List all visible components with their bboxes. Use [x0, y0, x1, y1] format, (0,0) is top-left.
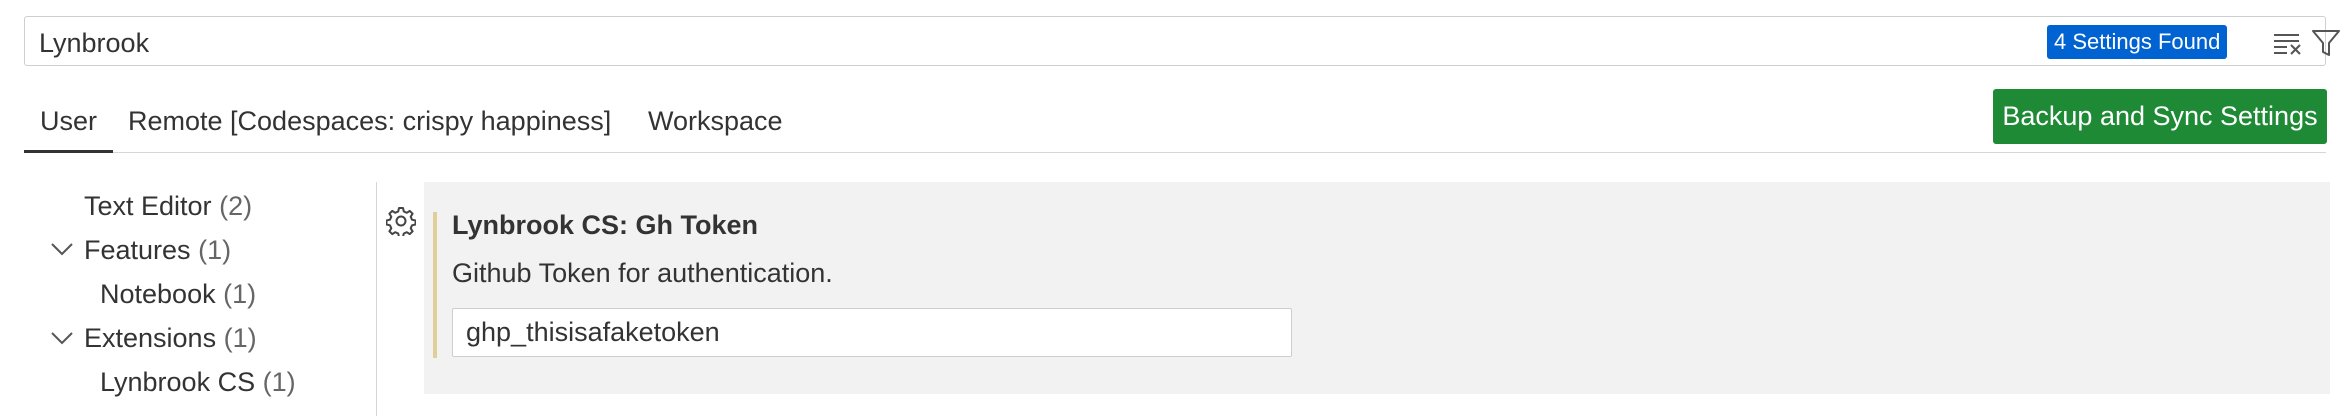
search-input-value[interactable]: Lynbrook	[39, 28, 149, 59]
tab-workspace[interactable]: Workspace	[648, 106, 783, 137]
toc-item-extensions[interactable]: Extensions (1)	[84, 323, 257, 354]
active-tab-indicator	[24, 150, 113, 153]
toc-item-label: Text Editor	[84, 191, 212, 221]
toc-divider	[376, 182, 377, 416]
toc-item-count: (1)	[223, 279, 257, 309]
clear-filter-icon[interactable]	[2273, 30, 2303, 56]
toc-item-count: (2)	[219, 191, 253, 221]
toc-item-count: (1)	[198, 235, 232, 265]
toc-item-count: (1)	[262, 367, 296, 397]
tab-remote[interactable]: Remote [Codespaces: crispy happiness]	[128, 106, 611, 137]
toc-item-lynbrook-cs[interactable]: Lynbrook CS (1)	[100, 367, 296, 398]
toc-item-label: Features	[84, 235, 191, 265]
gh-token-input[interactable]	[452, 308, 1292, 357]
chevron-down-icon[interactable]	[50, 242, 74, 256]
tab-user[interactable]: User	[40, 106, 97, 137]
toc-item-label: Lynbrook CS	[100, 367, 256, 397]
toc-item-notebook[interactable]: Notebook (1)	[100, 279, 256, 310]
settings-search-bar[interactable]: Lynbrook 4 Settings Found	[24, 16, 2340, 66]
backup-and-sync-button[interactable]: Backup and Sync Settings	[1993, 89, 2327, 144]
toc-item-label: Extensions	[84, 323, 217, 353]
chevron-down-icon[interactable]	[50, 331, 74, 345]
filter-icon[interactable]	[2311, 28, 2341, 58]
tabs-divider	[24, 152, 2326, 153]
gear-icon[interactable]	[386, 206, 416, 236]
setting-title: Lynbrook CS: Gh Token	[452, 210, 759, 240]
settings-found-badge: 4 Settings Found	[2047, 25, 2228, 59]
modified-indicator	[433, 212, 437, 358]
setting-description: Github Token for authentication.	[452, 258, 833, 288]
toc-item-count: (1)	[223, 323, 257, 353]
toc-item-text-editor[interactable]: Text Editor (2)	[84, 191, 252, 222]
toc-item-label: Notebook	[100, 279, 216, 309]
toc-item-features[interactable]: Features (1)	[84, 235, 231, 266]
